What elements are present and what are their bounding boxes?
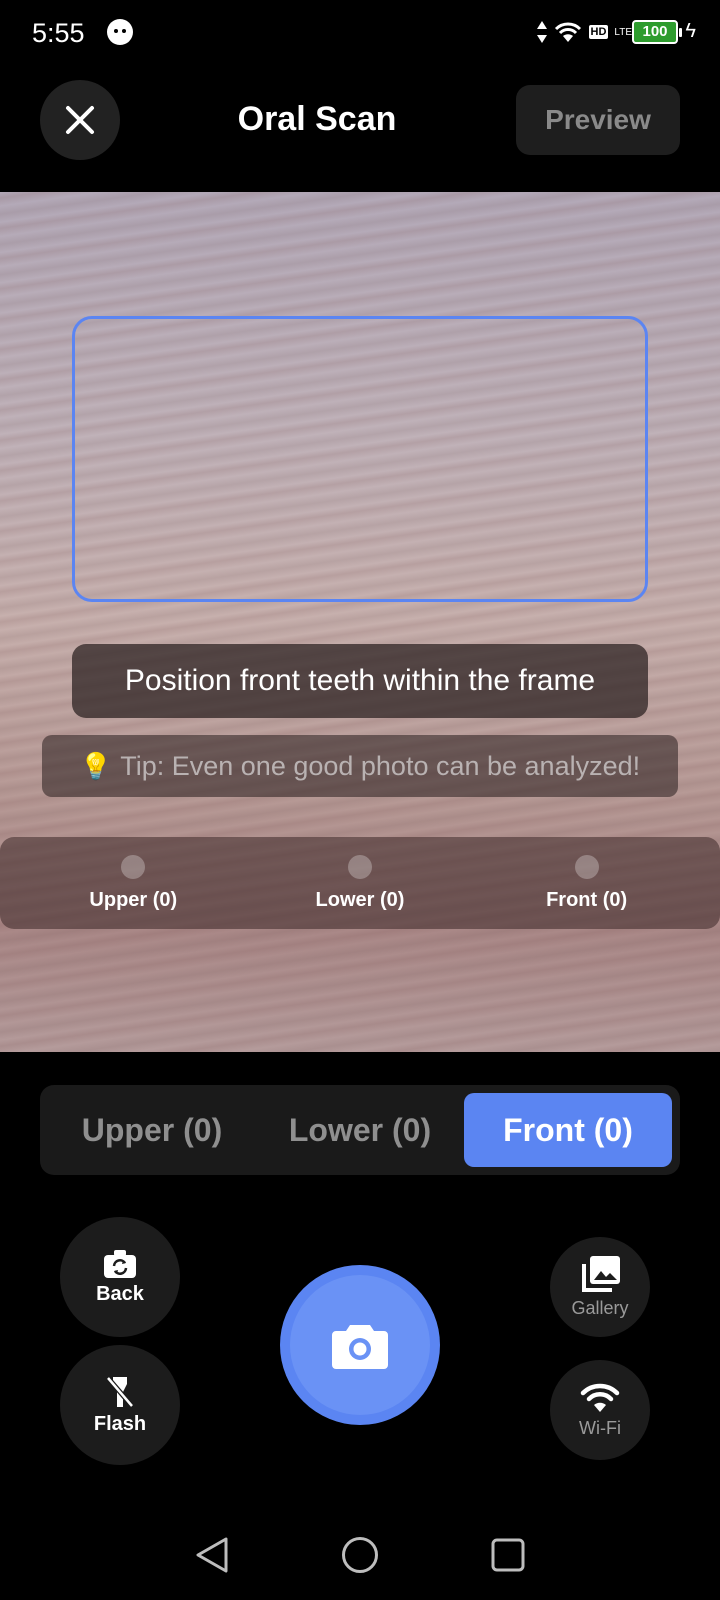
wifi-button[interactable]: Wi-Fi (550, 1360, 650, 1460)
system-nav-bar (0, 1510, 720, 1600)
flash-label: Flash (93, 1412, 147, 1435)
progress-label: Lower (0) (315, 888, 405, 911)
app-notification-icon (107, 19, 133, 45)
scan-frame (72, 316, 648, 602)
wifi-icon (554, 22, 581, 42)
status-bar: 5:55 HD LTE 100 ϟ (0, 0, 720, 70)
gallery-label: Gallery (571, 1297, 629, 1318)
tip-banner: 💡 Tip: Even one good photo can be analyz… (42, 735, 678, 797)
network-type: LTE (614, 26, 632, 38)
status-time: 5:55 (32, 18, 85, 48)
flash-off-icon (106, 1375, 134, 1408)
progress-label: Upper (0) (89, 888, 178, 911)
gallery-icon (582, 1255, 620, 1292)
capture-progress: Upper (0) Lower (0) Front (0) (0, 837, 720, 929)
hd-badge: HD (588, 25, 609, 39)
battery-icon: 100 (632, 20, 682, 44)
data-arrows-icon (536, 21, 547, 43)
tab-front[interactable]: Front (0) (464, 1093, 672, 1167)
square-recents-icon (491, 1538, 525, 1572)
shutter-inner (290, 1275, 430, 1415)
camera-flip-icon (104, 1249, 136, 1278)
progress-label: Front (0) (546, 888, 628, 911)
flash-button[interactable]: Flash (60, 1345, 180, 1465)
instruction-text: Position front teeth within the frame (124, 664, 596, 697)
triangle-back-icon (196, 1537, 228, 1573)
switch-camera-button[interactable]: Back (60, 1217, 180, 1337)
progress-item-upper: Upper (0) (33, 854, 233, 912)
tip-text: Tip: Even one good photo can be analyzed… (120, 750, 641, 781)
instruction-banner: Position front teeth within the frame (72, 644, 648, 718)
progress-item-lower: Lower (0) (260, 854, 460, 912)
progress-item-front: Front (0) (487, 854, 687, 912)
tab-upper[interactable]: Upper (0) (48, 1093, 256, 1167)
back-label: Back (96, 1282, 144, 1305)
wifi-icon (580, 1383, 620, 1412)
camera-icon (332, 1325, 388, 1369)
circle-home-icon (342, 1537, 378, 1573)
gallery-button[interactable]: Gallery (550, 1237, 650, 1337)
wifi-label: Wi-Fi (579, 1417, 621, 1438)
lightbulb-icon: 💡 (79, 750, 113, 781)
shutter-button[interactable] (280, 1265, 440, 1425)
charging-icon: ϟ (685, 20, 696, 42)
progress-dot (347, 854, 372, 879)
camera-viewfinder[interactable]: Position front teeth within the frame 💡 … (0, 192, 720, 1052)
progress-dot (574, 854, 599, 879)
nav-back-button[interactable] (192, 1535, 232, 1575)
tab-lower[interactable]: Lower (0) (256, 1093, 464, 1167)
progress-dot (121, 854, 146, 879)
region-tabs: Upper (0) Lower (0) Front (0) (40, 1085, 680, 1175)
preview-button[interactable]: Preview (516, 85, 680, 155)
nav-home-button[interactable] (340, 1535, 380, 1575)
nav-recents-button[interactable] (488, 1535, 528, 1575)
